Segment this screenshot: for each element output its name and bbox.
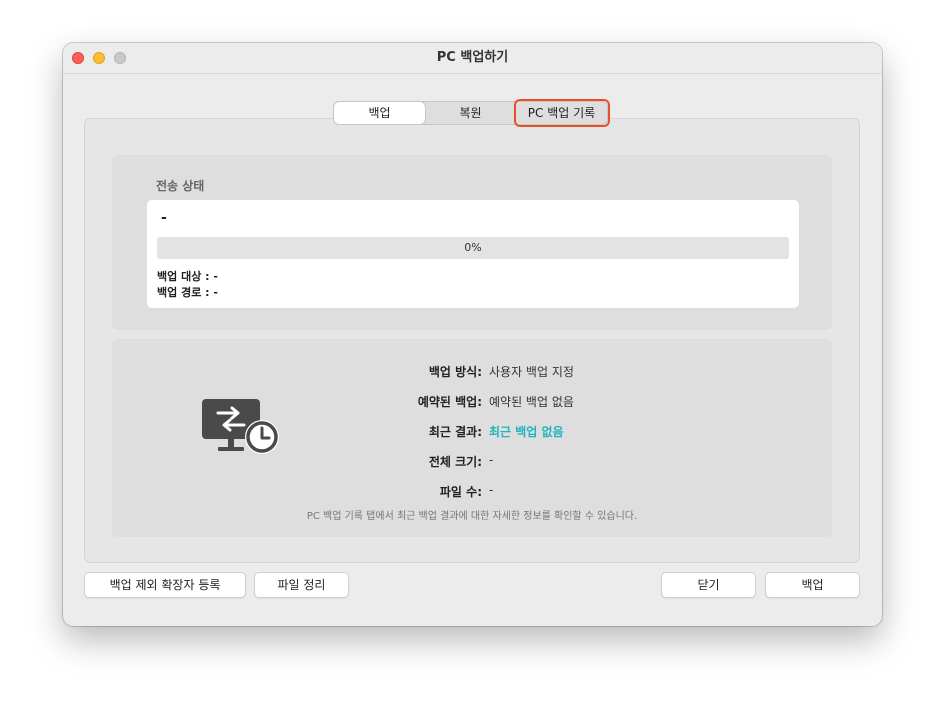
info-value: 예약된 백업 없음	[489, 395, 574, 409]
info-label: 파일 수:	[439, 485, 482, 499]
info-row-scheduled: 예약된 백업: 예약된 백업 없음	[112, 393, 832, 411]
transfer-status-section: 전송 상태 - 0% 백업 대상 : - 백업 경로 : -	[112, 155, 832, 330]
transfer-status-card: - 0% 백업 대상 : - 백업 경로 : -	[147, 200, 799, 308]
exclude-extensions-button[interactable]: 백업 제외 확장자 등록	[84, 572, 246, 598]
info-label: 예약된 백업:	[417, 395, 482, 409]
backup-path-line: 백업 경로 : -	[157, 286, 218, 299]
current-transfer-item: -	[161, 210, 167, 226]
close-button[interactable]: 닫기	[661, 572, 756, 598]
progress-bar: 0%	[157, 237, 789, 259]
title-bar: PC 백업하기	[63, 43, 882, 74]
backup-summary-section: 백업 방식: 사용자 백업 지정 예약된 백업: 예약된 백업 없음 최근 결과…	[112, 339, 832, 537]
info-label: 전체 크기:	[428, 455, 482, 469]
info-value: 사용자 백업 지정	[489, 365, 574, 379]
backup-button[interactable]: 백업	[765, 572, 860, 598]
info-label: 백업 방식:	[428, 365, 482, 379]
info-value: -	[489, 483, 494, 497]
backup-window: PC 백업하기 백업 복원 PC 백업 기록 전송 상태 - 0% 백업 대상 …	[63, 43, 882, 626]
info-row-file-count: 파일 수: -	[112, 483, 832, 501]
file-cleanup-button[interactable]: 파일 정리	[254, 572, 349, 598]
info-value-accent: 최근 백업 없음	[489, 425, 564, 439]
progress-label: 0%	[464, 241, 482, 254]
history-hint-text: PC 백업 기록 탭에서 최근 백업 결과에 대한 자세한 정보를 확인할 수 …	[306, 511, 638, 522]
tab-backup[interactable]: 백업	[334, 102, 425, 124]
segmented-tabs: 백업 복원 PC 백업 기록	[333, 101, 608, 125]
info-label: 최근 결과:	[428, 425, 482, 439]
tab-restore[interactable]: 복원	[425, 102, 516, 124]
info-row-total-size: 전체 크기: -	[112, 453, 832, 471]
tab-backup-history[interactable]: PC 백업 기록	[516, 102, 607, 124]
info-value: -	[489, 453, 494, 467]
backup-target-line: 백업 대상 : -	[157, 270, 218, 283]
window-title: PC 백업하기	[436, 50, 509, 65]
transfer-status-heading: 전송 상태	[156, 179, 205, 193]
info-row-method: 백업 방식: 사용자 백업 지정	[112, 363, 832, 381]
info-row-recent-result: 최근 결과: 최근 백업 없음	[112, 423, 832, 441]
